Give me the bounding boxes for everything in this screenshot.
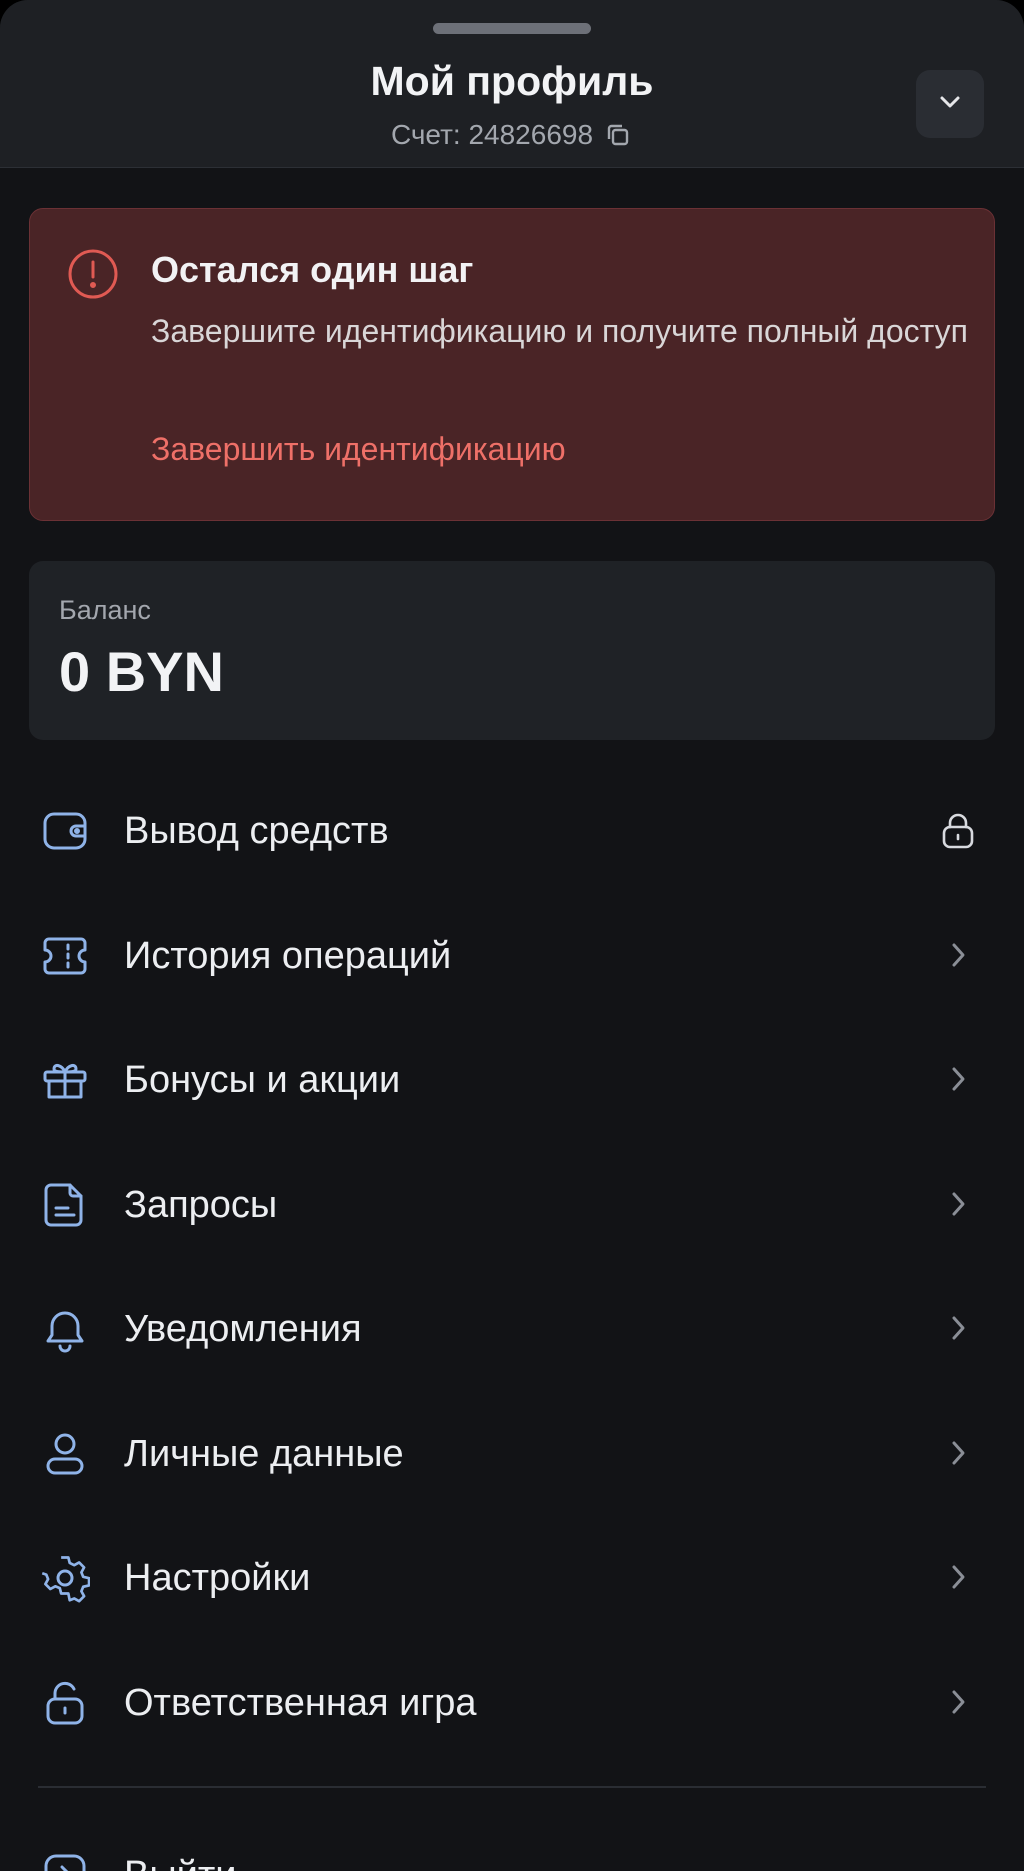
collapse-button[interactable] xyxy=(916,70,984,138)
bell-icon xyxy=(40,1304,90,1354)
chevron-right-icon xyxy=(938,1184,978,1224)
logout-button[interactable]: Выйти xyxy=(0,1830,1024,1871)
menu-item-bonuses[interactable]: Бонусы и акции xyxy=(0,1015,1024,1140)
menu-item-requests[interactable]: Запросы xyxy=(0,1140,1024,1265)
lock-icon xyxy=(938,810,978,850)
menu-item-withdraw[interactable]: Вывод средств xyxy=(0,766,1024,891)
menu-item-personal-data[interactable]: Личные данные xyxy=(0,1389,1024,1514)
profile-menu: Вывод средств История операций Бонусы и … xyxy=(0,766,1024,1762)
ticket-icon xyxy=(40,931,90,981)
menu-item-label: Запросы xyxy=(124,1183,278,1226)
unlock-icon xyxy=(40,1678,90,1728)
balance-value: 0 BYN xyxy=(59,640,224,703)
menu-item-notifications[interactable]: Уведомления xyxy=(0,1264,1024,1389)
menu-item-history[interactable]: История операций xyxy=(0,891,1024,1016)
chevron-right-icon xyxy=(938,1433,978,1473)
profile-header: Мой профиль Счет: 24826698 xyxy=(0,0,1024,168)
balance-card: Баланс 0 BYN xyxy=(29,561,995,740)
chevron-right-icon xyxy=(938,1059,978,1099)
chevron-right-icon xyxy=(938,1682,978,1722)
chevron-right-icon xyxy=(938,1308,978,1348)
menu-item-label: Уведомления xyxy=(124,1308,362,1350)
chevron-right-icon xyxy=(938,1557,978,1597)
menu-item-label: Ответственная игра xyxy=(124,1681,477,1724)
exclamation-circle-icon xyxy=(66,247,120,301)
complete-identification-link[interactable]: Завершить идентификацию xyxy=(151,431,566,468)
logout-icon xyxy=(40,1850,90,1871)
gift-icon xyxy=(40,1055,90,1105)
account-number-row: Счет: 24826698 xyxy=(0,117,1024,153)
alert-description: Завершите идентификацию и получите полны… xyxy=(151,313,968,349)
menu-divider xyxy=(38,1786,986,1788)
menu-item-label: Вывод средств xyxy=(124,810,389,852)
balance-label: Баланс xyxy=(59,595,151,625)
document-icon xyxy=(40,1180,90,1230)
page-title: Мой профиль xyxy=(370,58,654,104)
menu-item-label: История операций xyxy=(124,934,452,977)
menu-item-label: Личные данные xyxy=(124,1432,404,1475)
wallet-icon xyxy=(40,806,90,856)
logout-label: Выйти xyxy=(124,1852,237,1871)
chevron-down-icon xyxy=(933,85,967,124)
copy-icon[interactable] xyxy=(603,120,633,150)
menu-item-label: Бонусы и акции xyxy=(124,1059,401,1101)
menu-item-responsible-gaming[interactable]: Ответственная игра xyxy=(0,1638,1024,1763)
identification-alert: Остался один шаг Завершите идентификацию… xyxy=(29,208,995,521)
profile-sheet: Мой профиль Счет: 24826698 Остался один … xyxy=(0,0,1024,1871)
menu-item-label: Настройки xyxy=(124,1557,311,1599)
drag-handle[interactable] xyxy=(433,23,591,34)
account-number: Счет: 24826698 xyxy=(390,119,594,150)
menu-item-settings[interactable]: Настройки xyxy=(0,1513,1024,1638)
user-icon xyxy=(40,1429,90,1479)
chevron-right-icon xyxy=(938,935,978,975)
alert-title: Остался один шаг xyxy=(151,249,474,290)
gear-icon xyxy=(40,1553,91,1603)
